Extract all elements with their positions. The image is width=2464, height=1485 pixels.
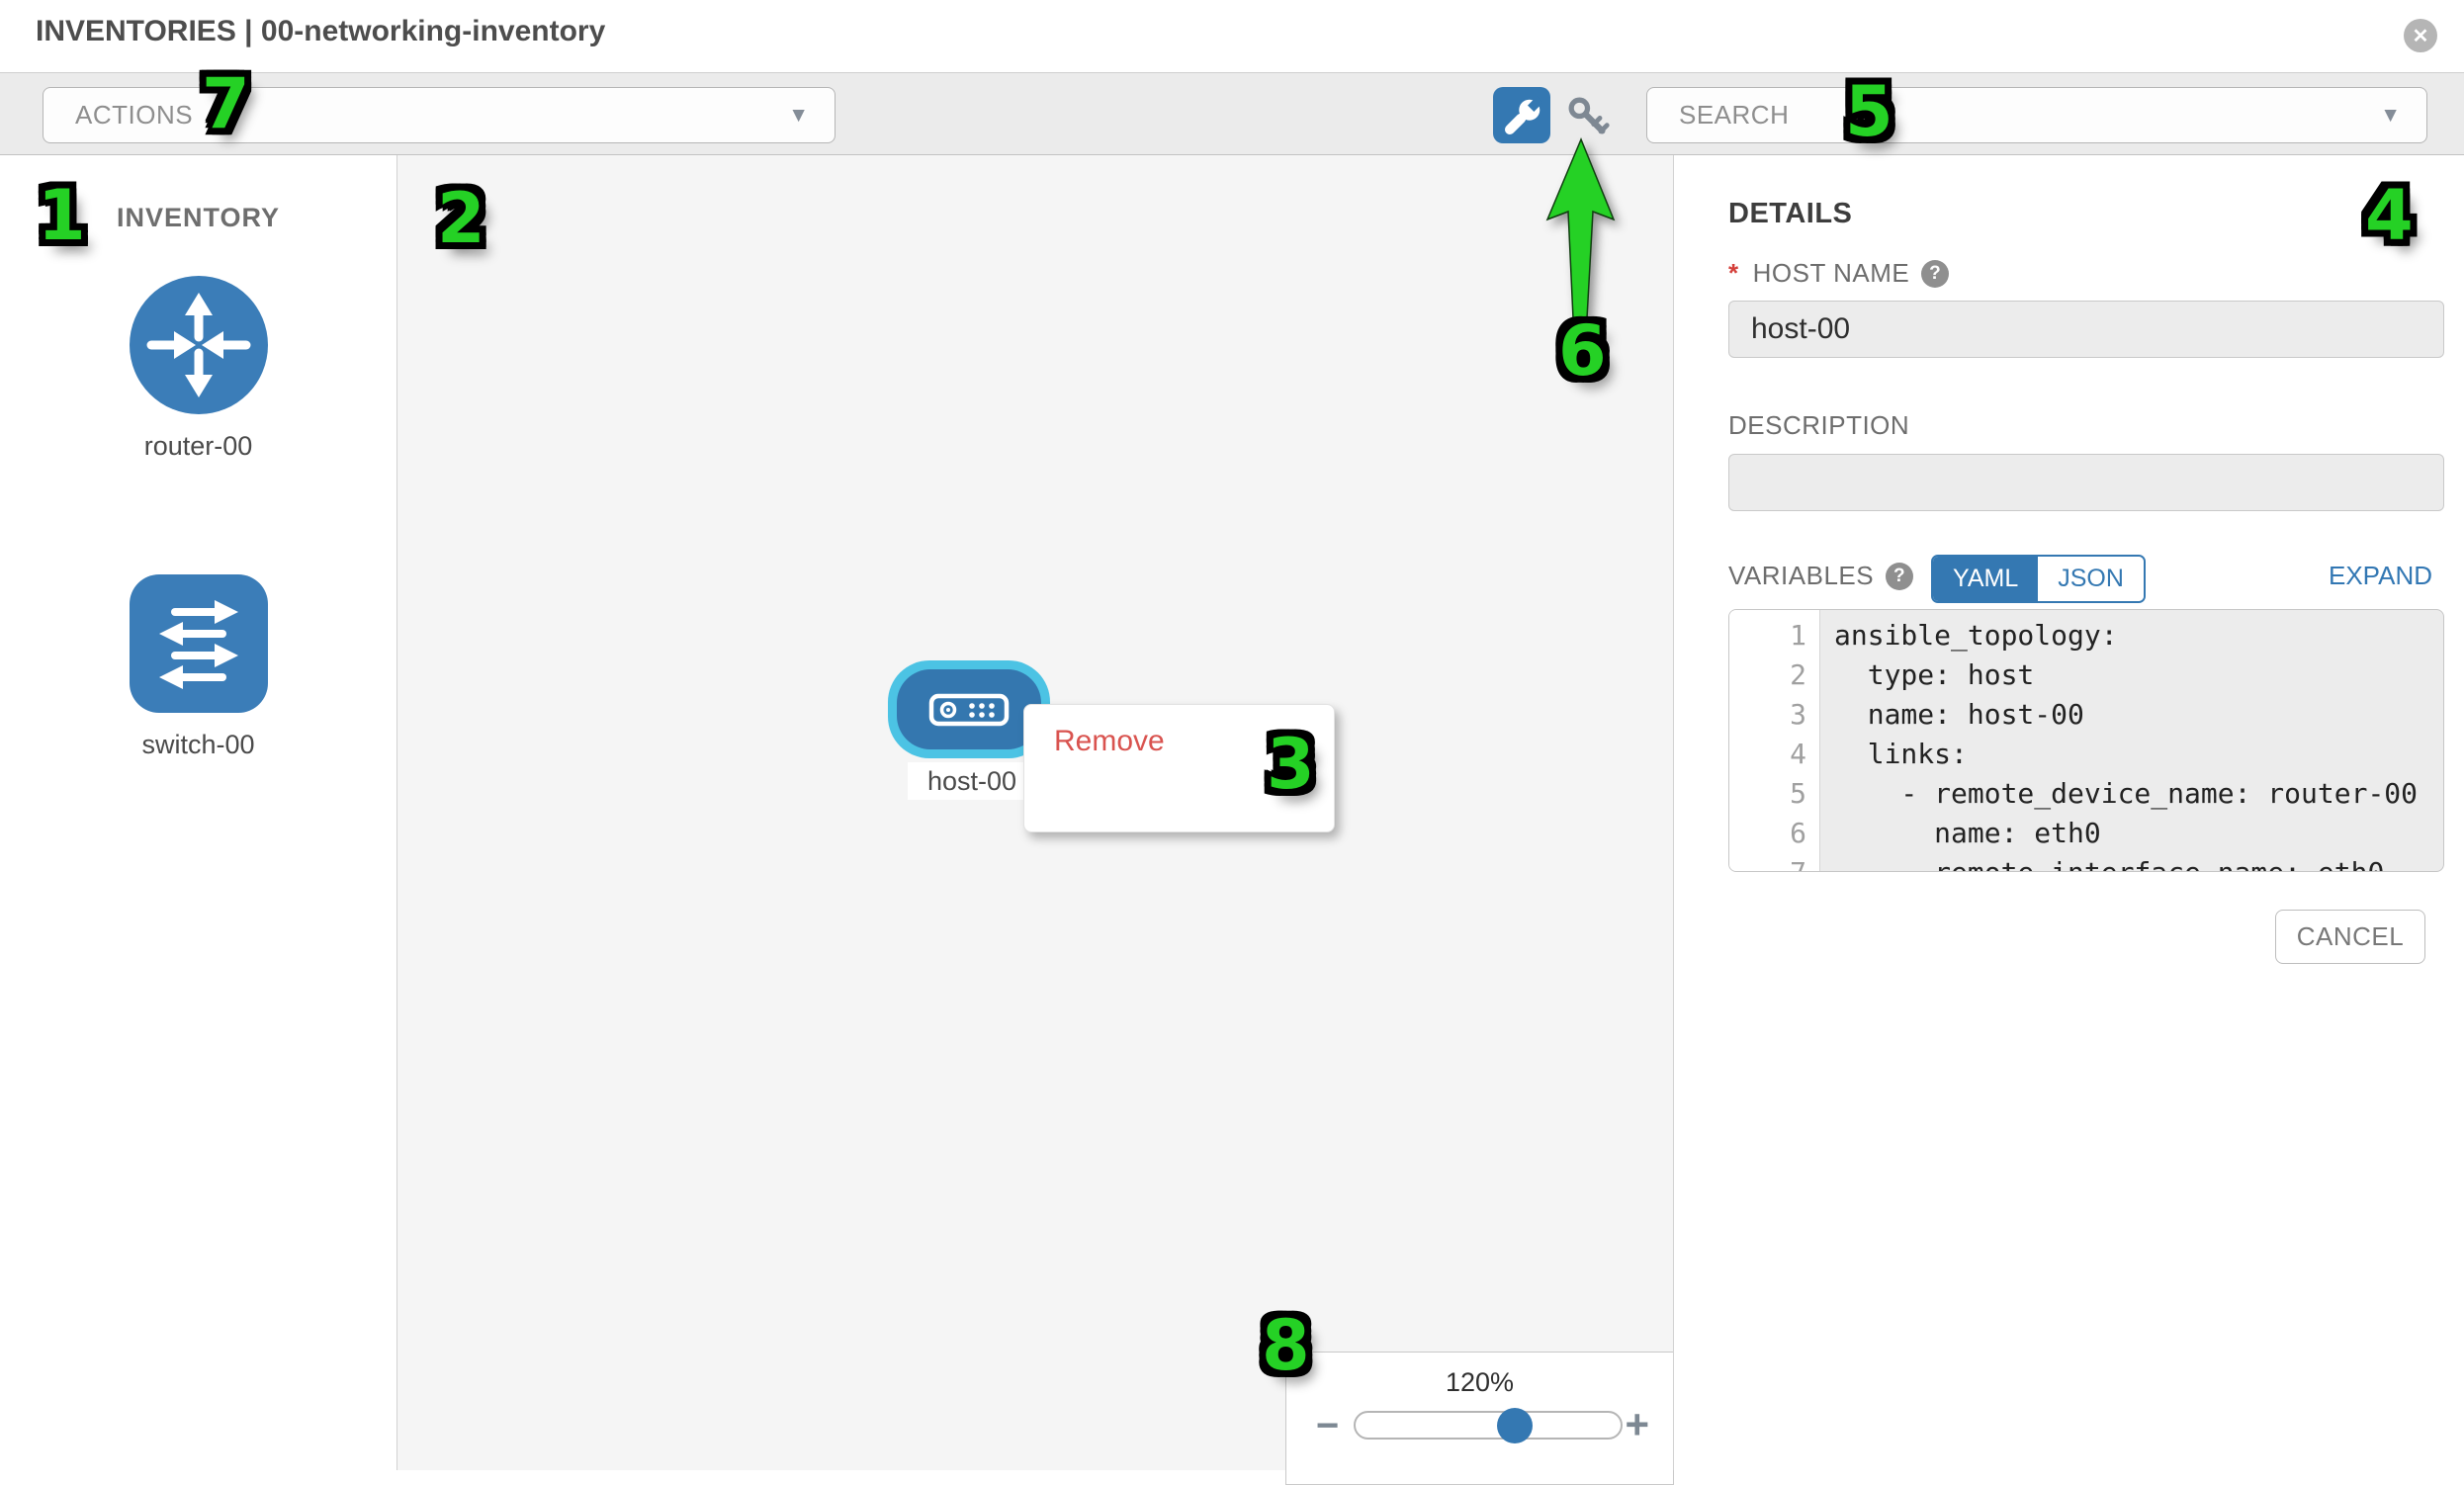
close-button[interactable]: ✕ (2404, 19, 2437, 52)
editor-line: 7 remote_interface_name: eth0 (1729, 853, 2443, 872)
details-panel: DETAILS * HOST NAME ? DESCRIPTION VARIAB… (1673, 155, 2464, 1470)
palette-item-router[interactable]: router-00 (0, 276, 396, 462)
palette-item-label: switch-00 (0, 730, 396, 760)
search-dropdown-label: SEARCH (1679, 100, 2380, 131)
editor-line: 3 name: host-00 (1729, 695, 2443, 735)
app-root: { "header": { "title": "INVENTORIES | 00… (0, 0, 2464, 1470)
inventory-sidebar: INVENTORY router-00 (0, 155, 397, 1470)
host-node-body (897, 669, 1041, 749)
page-title: INVENTORIES | 00-networking-inventory (36, 15, 605, 48)
toolbar: ACTIONS ▼ SEARCH ▼ (0, 72, 2464, 155)
zoom-control-panel: 120% − + (1285, 1352, 1674, 1485)
router-icon (130, 276, 268, 414)
editor-line: 4 links: (1729, 735, 2443, 774)
help-icon[interactable]: ? (1886, 563, 1913, 590)
help-icon[interactable]: ? (1921, 260, 1949, 288)
editor-line: 2 type: host (1729, 655, 2443, 695)
editor-rows: 1 ansible_topology: 2 type: host 3 name:… (1729, 616, 2443, 872)
tab-yaml[interactable]: YAML (1933, 557, 2038, 601)
topology-canvas[interactable]: host-00 Details Remove 120% − + (397, 155, 1673, 1470)
expand-link[interactable]: EXPAND (2329, 561, 2432, 591)
key-button[interactable] (1562, 91, 1614, 142)
search-dropdown[interactable]: SEARCH ▼ (1646, 87, 2427, 143)
zoom-slider[interactable] (1354, 1411, 1623, 1440)
host-node-label: host-00 (908, 762, 1036, 800)
details-title: DETAILS (1728, 198, 1852, 230)
chevron-down-icon: ▼ (788, 104, 809, 128)
host-name-label: * HOST NAME ? (1728, 258, 1949, 289)
context-menu-item-remove[interactable]: Remove (1024, 714, 1334, 768)
cancel-button[interactable]: CANCEL (2275, 910, 2425, 964)
variables-format-toggle: YAML JSON (1931, 555, 2146, 603)
zoom-in-button[interactable]: + (1625, 1401, 1649, 1448)
tab-json[interactable]: JSON (2038, 557, 2144, 601)
close-icon: ✕ (2413, 24, 2429, 48)
required-marker: * (1728, 258, 1739, 289)
chevron-down-icon: ▼ (2380, 104, 2401, 128)
server-icon (927, 688, 1011, 732)
sidebar-title: INVENTORY (0, 203, 396, 233)
header: INVENTORIES | 00-networking-inventory ✕ (0, 0, 2464, 72)
description-input[interactable] (1728, 454, 2444, 511)
zoom-slider-handle[interactable] (1497, 1408, 1533, 1443)
zoom-level-value: 120% (1286, 1367, 1673, 1398)
palette-item-switch[interactable]: switch-00 (0, 574, 396, 760)
editor-line: 6 name: eth0 (1729, 814, 2443, 853)
variables-label: VARIABLES ? (1728, 561, 1913, 591)
switch-icon (130, 574, 268, 713)
host-name-input[interactable] (1728, 301, 2444, 358)
actions-dropdown-label: ACTIONS (75, 100, 788, 131)
node-context-menu: Details Remove (1023, 704, 1335, 832)
actions-dropdown[interactable]: ACTIONS ▼ (43, 87, 836, 143)
wrench-icon (1500, 94, 1543, 137)
key-icon (1563, 92, 1613, 141)
description-label: DESCRIPTION (1728, 410, 1909, 441)
palette-item-label: router-00 (0, 431, 396, 462)
editor-line: 1 ansible_topology: (1729, 616, 2443, 655)
zoom-out-button[interactable]: − (1316, 1404, 1339, 1448)
toolbox-button[interactable] (1493, 87, 1550, 143)
editor-line: 5 - remote_device_name: router-00 (1729, 774, 2443, 814)
variables-editor[interactable]: 1 ansible_topology: 2 type: host 3 name:… (1728, 609, 2444, 872)
